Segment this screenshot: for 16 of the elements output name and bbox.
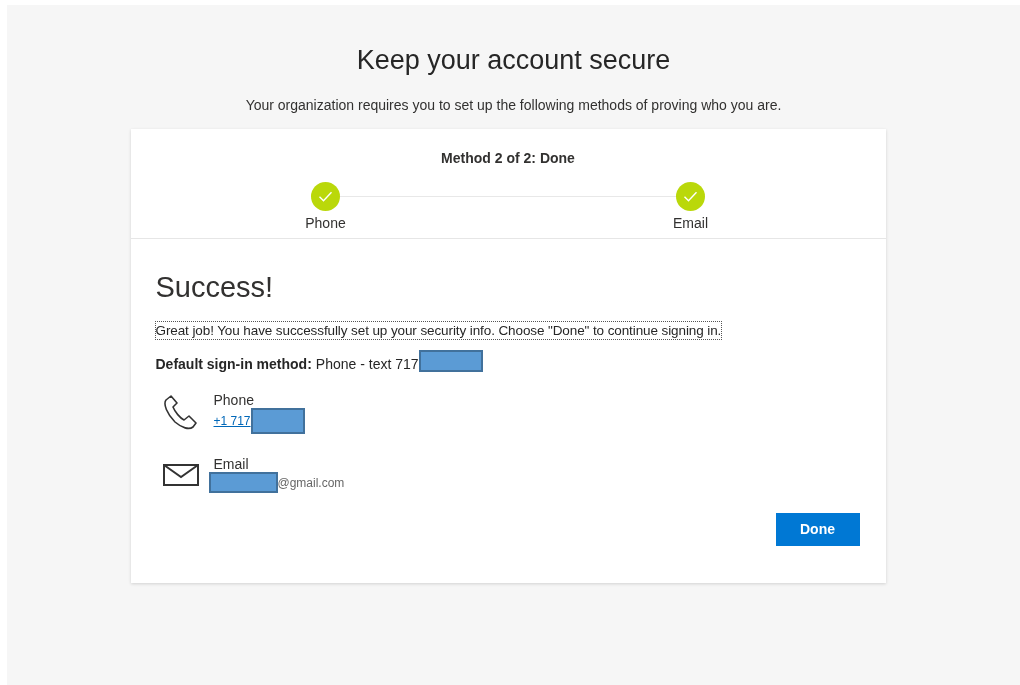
page-title: Keep your account secure — [356, 44, 671, 77]
default-method-value: Phone - text 717 — [315, 354, 419, 374]
email-address: @gmail.com — [277, 475, 345, 490]
success-heading: Success! — [155, 270, 275, 305]
success-message: Great job! You have successfully set up your security info. Choose "Done" to continue signing in. — [155, 322, 722, 339]
phone-link[interactable]: +1 717 — [213, 414, 251, 428]
default-method-label: Default sign-in method: — [155, 354, 312, 374]
method-name: Phone — [213, 392, 255, 408]
progress-label: Method 2 of 2: Done — [441, 149, 575, 168]
page-subtitle: Your organization requires you to set up the following methods of proving who you are. — [245, 96, 782, 115]
step-label: Email — [673, 214, 708, 233]
envelope-icon — [162, 464, 199, 486]
step-label: Phone — [305, 214, 346, 233]
method-name: Email — [213, 456, 250, 472]
phone-icon — [162, 394, 197, 430]
done-button[interactable]: Done — [775, 513, 860, 546]
